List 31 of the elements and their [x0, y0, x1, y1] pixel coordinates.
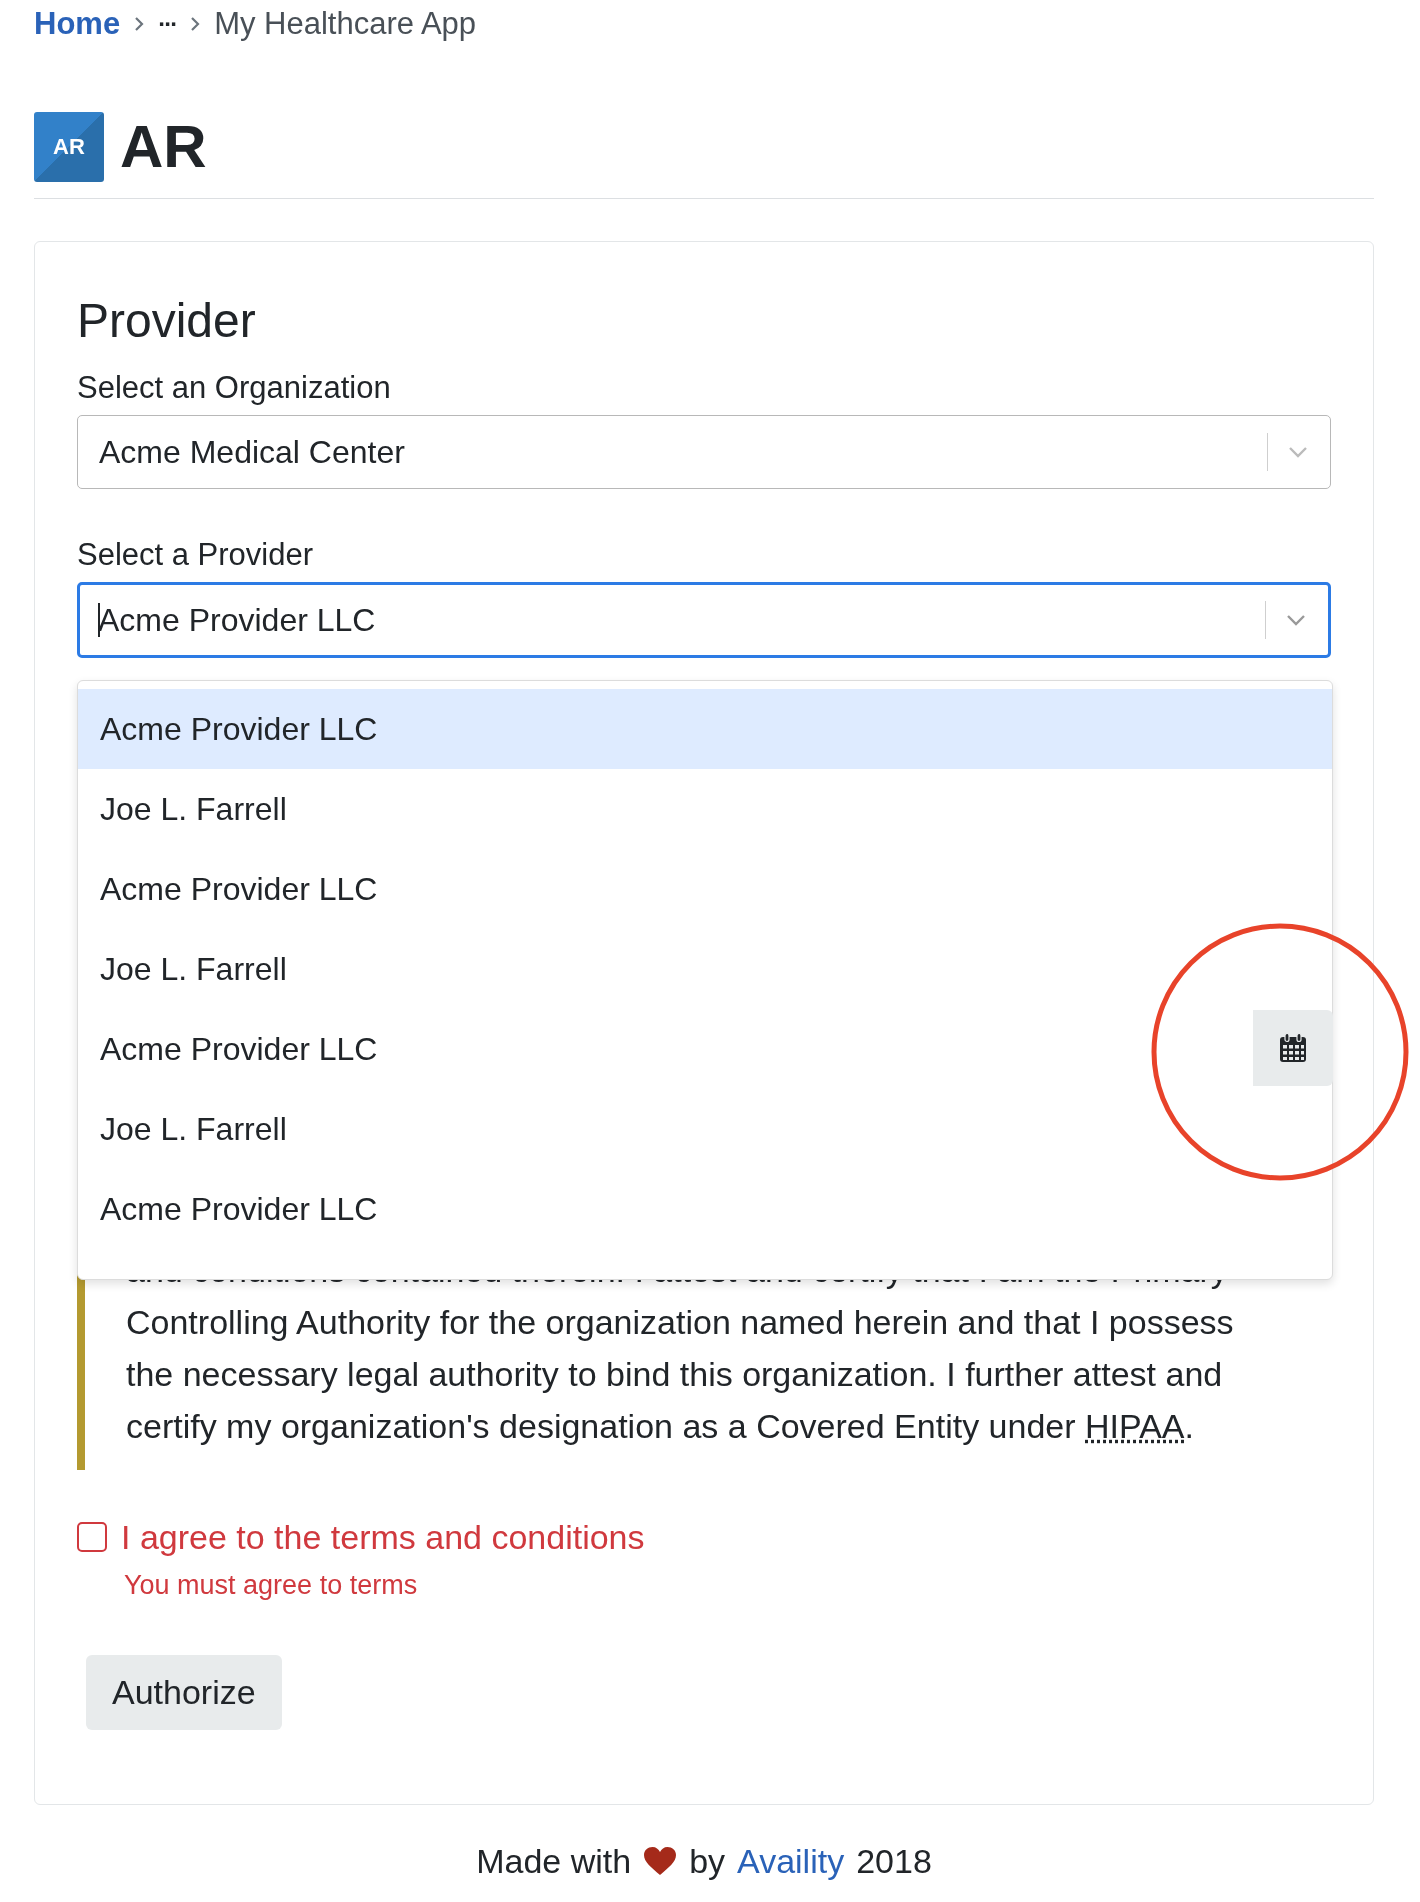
- calendar-button[interactable]: [1253, 1010, 1333, 1086]
- chevron-right-icon: [134, 16, 145, 32]
- error-message: You must agree to terms: [124, 1570, 419, 1600]
- page-title: AR: [120, 112, 207, 182]
- footer-text: by: [689, 1841, 726, 1881]
- chevron-down-icon: [1286, 614, 1306, 626]
- chevron-right-icon: [190, 16, 201, 32]
- select-field[interactable]: Acme Provider LLC: [77, 582, 1331, 658]
- field-label: Select a Provider: [77, 538, 315, 572]
- availity-link[interactable]: Availity: [737, 1841, 845, 1881]
- dropdown-option[interactable]: Joe L. Farrell: [78, 1089, 295, 1169]
- app-logo: AR: [34, 112, 104, 182]
- dropdown-option[interactable]: Acme Provider LLC: [78, 689, 1332, 769]
- field-label: Select an Organization: [77, 371, 392, 405]
- authorize-button[interactable]: Authorize: [86, 1655, 282, 1730]
- home-link[interactable]: Home: [34, 6, 121, 42]
- footer-text: Made with: [476, 1841, 632, 1881]
- dropdown-option[interactable]: Acme Provider LLC: [78, 849, 386, 929]
- select-field[interactable]: Acme Medical Center: [77, 415, 1331, 489]
- footer-text: 2018: [856, 1841, 932, 1881]
- chevron-down-icon: [1288, 446, 1308, 458]
- heart-icon: [643, 1846, 678, 1876]
- breadcrumb-current: My Healthcare App: [214, 6, 477, 42]
- dropdown-option[interactable]: Acme Provider LLC: [78, 1009, 386, 1089]
- section-title: Provider: [77, 294, 257, 347]
- dropdown-option[interactable]: Joe L. Farrell: [78, 769, 295, 849]
- dropdown-option[interactable]: Joe L. Farrell: [78, 929, 295, 1009]
- agree-checkbox[interactable]: [77, 1522, 107, 1552]
- calendar-icon: [1279, 1033, 1307, 1063]
- agree-label[interactable]: I agree to the terms and conditions: [121, 1520, 645, 1554]
- breadcrumb-ellipsis[interactable]: ···: [158, 10, 177, 38]
